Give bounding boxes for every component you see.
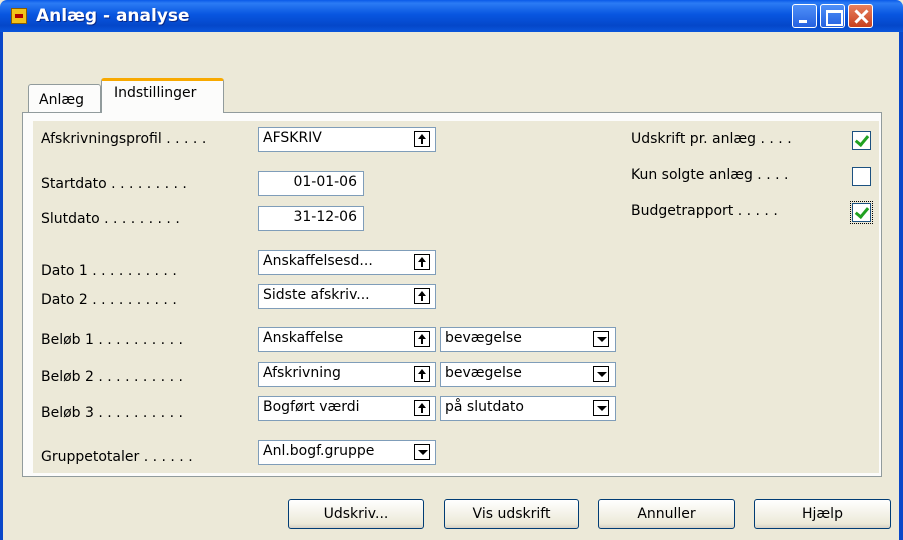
beloeb2-lookup-icon[interactable]	[414, 366, 430, 382]
app-icon	[11, 8, 27, 24]
tab-anlaeg-label: Anlæg	[39, 92, 84, 108]
beloeb1-lookup-icon[interactable]	[414, 331, 430, 347]
udskrift-pr-anlaeg-label: Udskrift pr. anlæg . . . .	[631, 131, 792, 147]
beloeb3-value: Bogført værdi	[263, 399, 360, 415]
gruppetotaler-label: Gruppetotaler . . . . . .	[41, 449, 193, 465]
beloeb3-type-select[interactable]: på slutdato	[440, 396, 616, 421]
dato2-field[interactable]: Sidste afskriv...	[258, 284, 436, 309]
beloeb2-value: Afskrivning	[263, 365, 341, 381]
kun-solgte-anlaeg-checkbox[interactable]	[852, 167, 871, 186]
beloeb2-type-value: bevægelse	[445, 365, 522, 381]
minimize-button[interactable]	[792, 4, 817, 28]
window-title: Anlæg - analyse	[36, 6, 190, 26]
slutdato-label: Slutdato . . . . . . . . .	[41, 211, 180, 227]
beloeb1-type-value: bevægelse	[445, 330, 522, 346]
startdato-field[interactable]: 01-01-06	[258, 171, 364, 196]
kun-solgte-anlaeg-label: Kun solgte anlæg . . . .	[631, 167, 789, 183]
afskrivningsprofil-value: AFSKRIV	[263, 130, 322, 146]
gruppetotaler-chevron-down-icon[interactable]	[414, 444, 430, 460]
dato2-lookup-icon[interactable]	[414, 288, 430, 304]
maximize-button[interactable]	[820, 4, 845, 28]
beloeb1-value: Anskaffelse	[263, 330, 344, 346]
dato1-lookup-icon[interactable]	[414, 254, 430, 270]
beloeb1-field[interactable]: Anskaffelse	[258, 327, 436, 352]
beloeb1-type-select[interactable]: bevægelse	[440, 327, 616, 352]
title-bar[interactable]: Anlæg - analyse	[0, 0, 903, 32]
slutdato-field[interactable]: 31-12-06	[258, 206, 364, 231]
dialog-window: Anlæg - analyse Anlæg Indstillinger Afsk…	[0, 0, 903, 540]
dato2-label: Dato 2 . . . . . . . . . .	[41, 292, 177, 308]
beloeb2-label: Beløb 2 . . . . . . . . . .	[41, 369, 183, 385]
window-frame-right	[899, 32, 903, 540]
vis-udskrift-button[interactable]: Vis udskrift	[444, 499, 579, 529]
beloeb3-type-chevron-down-icon[interactable]	[593, 400, 609, 416]
dato1-label: Dato 1 . . . . . . . . . .	[41, 263, 177, 279]
slutdato-value: 31-12-06	[293, 209, 357, 225]
annuller-button[interactable]: Annuller	[598, 499, 735, 529]
startdato-label: Startdato . . . . . . . . .	[41, 176, 187, 192]
dato1-value: Anskaffelsesd...	[263, 253, 373, 269]
tab-indstillinger[interactable]: Indstillinger	[101, 78, 224, 113]
afskrivningsprofil-label: Afskrivningsprofil . . . . .	[41, 131, 207, 147]
hjaelp-button[interactable]: Hjælp	[754, 499, 891, 529]
beloeb3-type-value: på slutdato	[445, 399, 524, 415]
beloeb3-field[interactable]: Bogført værdi	[258, 396, 436, 421]
window-frame-left	[0, 32, 3, 540]
gruppetotaler-value: Anl.bogf.gruppe	[263, 443, 375, 459]
beloeb3-label: Beløb 3 . . . . . . . . . .	[41, 405, 183, 421]
dato1-field[interactable]: Anskaffelsesd...	[258, 250, 436, 275]
beloeb2-field[interactable]: Afskrivning	[258, 362, 436, 387]
tab-anlaeg[interactable]: Anlæg	[28, 84, 101, 112]
afskrivningsprofil-field[interactable]: AFSKRIV	[258, 127, 436, 152]
afskrivningsprofil-lookup-icon[interactable]	[414, 131, 430, 147]
udskrift-pr-anlaeg-checkbox[interactable]	[852, 131, 871, 150]
gruppetotaler-select[interactable]: Anl.bogf.gruppe	[258, 440, 436, 465]
budgetrapport-label: Budgetrapport . . . . .	[631, 203, 778, 219]
beloeb2-type-chevron-down-icon[interactable]	[593, 366, 609, 382]
budgetrapport-checkbox[interactable]	[850, 201, 873, 224]
startdato-value: 01-01-06	[293, 174, 357, 190]
dato2-value: Sidste afskriv...	[263, 287, 370, 303]
close-button[interactable]	[848, 4, 873, 28]
tab-indstillinger-label: Indstillinger	[114, 85, 197, 101]
beloeb3-lookup-icon[interactable]	[414, 400, 430, 416]
udskriv-button[interactable]: Udskriv...	[288, 499, 424, 529]
beloeb1-type-chevron-down-icon[interactable]	[593, 331, 609, 347]
beloeb2-type-select[interactable]: bevægelse	[440, 362, 616, 387]
beloeb1-label: Beløb 1 . . . . . . . . . .	[41, 332, 183, 348]
